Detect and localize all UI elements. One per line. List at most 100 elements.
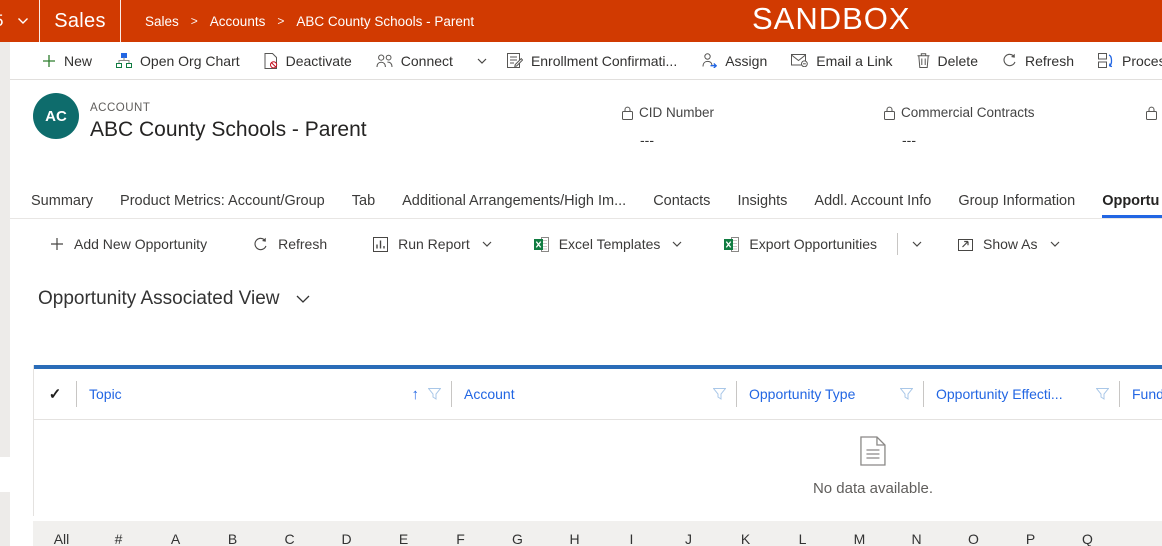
app-switcher-partial[interactable]: 5 (0, 0, 11, 42)
filter-icon[interactable] (1096, 388, 1109, 400)
field-value[interactable]: --- (640, 132, 872, 148)
jump-letter[interactable]: D (318, 531, 375, 546)
jump-all[interactable]: All (33, 531, 90, 546)
assign-button[interactable]: Assign (689, 42, 779, 80)
tab-product-metrics[interactable]: Product Metrics: Account/Group (120, 193, 325, 218)
add-new-opportunity-button[interactable]: Add New Opportunity (36, 236, 221, 252)
tab-summary[interactable]: Summary (31, 193, 93, 218)
show-as-button[interactable]: Show As (944, 236, 1073, 252)
jump-letter[interactable]: F (432, 531, 489, 546)
select-all-checkbox[interactable]: ✓ (34, 369, 76, 419)
view-selector[interactable]: Opportunity Associated View (10, 275, 1162, 323)
field-value[interactable]: --- (902, 132, 1134, 148)
deactivate-button[interactable]: Deactivate (252, 42, 364, 80)
view-selector-label: Opportunity Associated View (38, 288, 280, 309)
tab-opportunities[interactable]: Opportu (1102, 193, 1162, 218)
jump-letter[interactable]: H (546, 531, 603, 546)
breadcrumb-accounts[interactable]: Accounts (210, 14, 266, 29)
grid-header-row: ✓ Topic ↑ Account Opportunity Type Oppor… (34, 369, 1162, 420)
jump-letter[interactable]: Q (1059, 531, 1116, 546)
export-dropdown-chevron[interactable] (904, 241, 930, 247)
open-org-chart-button[interactable]: Open Org Chart (104, 42, 252, 80)
connect-dropdown-chevron[interactable] (469, 42, 495, 80)
process-button[interactable]: Process (1086, 42, 1162, 80)
header-field-cid-number: CID Number --- (622, 105, 872, 148)
chevron-down-icon (477, 58, 487, 64)
empty-state: No data available. (813, 436, 933, 497)
process-icon (1098, 53, 1114, 68)
org-chart-icon (116, 53, 133, 68)
app-name[interactable]: Sales (40, 10, 120, 33)
new-button[interactable]: New (30, 42, 104, 80)
jump-letter[interactable]: P (1002, 531, 1059, 546)
delete-button[interactable]: Delete (905, 42, 990, 80)
jump-letter[interactable]: O (945, 531, 1002, 546)
trash-icon (917, 53, 930, 68)
chevron-down-icon (296, 295, 310, 303)
jump-letter[interactable]: B (204, 531, 261, 546)
export-opportunities-button[interactable]: Export Opportunities (710, 236, 891, 252)
alphabet-jump-bar: All # A B C D E F G H I J K L M N O P Q (33, 521, 1162, 546)
empty-message: No data available. (812, 480, 934, 497)
connect-button[interactable]: Connect (364, 42, 465, 80)
tab-insights[interactable]: Insights (737, 193, 787, 218)
tab-addl-account-info[interactable]: Addl. Account Info (814, 193, 931, 218)
jump-letter[interactable]: L (774, 531, 831, 546)
email-a-link-button[interactable]: Email a Link (779, 42, 904, 80)
jump-letter[interactable]: K (717, 531, 774, 546)
column-header-opportunity-effective[interactable]: Opportunity Effecti... (923, 369, 1119, 419)
record-tabs: Summary Product Metrics: Account/Group T… (10, 185, 1162, 219)
column-header-opportunity-type[interactable]: Opportunity Type (736, 369, 923, 419)
column-header-account[interactable]: Account (451, 369, 736, 419)
excel-templates-button[interactable]: Excel Templates (520, 236, 697, 252)
email-link-icon (791, 54, 809, 67)
edit-document-icon (506, 53, 523, 68)
breadcrumb-sales[interactable]: Sales (145, 14, 179, 29)
tab-group-information[interactable]: Group Information (958, 193, 1075, 218)
sort-ascending-icon[interactable]: ↑ (412, 386, 420, 403)
column-header-topic[interactable]: Topic ↑ (76, 369, 451, 419)
enrollment-confirmation-button[interactable]: Enrollment Confirmati... (495, 42, 689, 80)
opportunity-grid: ✓ Topic ↑ Account Opportunity Type Oppor… (33, 365, 1162, 516)
run-report-button[interactable]: Run Report (359, 236, 506, 252)
tab-contacts[interactable]: Contacts (653, 193, 710, 218)
grid-body: No data available. (34, 420, 1162, 516)
jump-letter[interactable]: C (261, 531, 318, 546)
jump-hash[interactable]: # (90, 531, 147, 546)
filter-icon[interactable] (713, 388, 726, 400)
avatar: AC (33, 93, 79, 139)
lock-icon (1146, 106, 1157, 120)
tab-tab[interactable]: Tab (352, 193, 375, 218)
chevron-down-icon (1050, 241, 1060, 247)
jump-letter[interactable]: J (660, 531, 717, 546)
filter-icon[interactable] (900, 388, 913, 400)
header-field-commercial-contracts: Commercial Contracts --- (884, 105, 1134, 148)
subgrid-refresh-button[interactable]: Refresh (239, 236, 341, 252)
jump-letter[interactable]: A (147, 531, 204, 546)
excel-icon (533, 236, 549, 252)
sandbox-environment-banner: SANDBOX (752, 1, 911, 36)
assign-person-icon (701, 53, 718, 68)
tab-additional-arrangements[interactable]: Additional Arrangements/High Im... (402, 193, 626, 218)
refresh-icon (1002, 53, 1017, 68)
document-icon (860, 436, 886, 466)
jump-letter[interactable]: I (603, 531, 660, 546)
jump-letter[interactable]: M (831, 531, 888, 546)
excel-export-icon (724, 236, 740, 252)
jump-letter[interactable]: G (489, 531, 546, 546)
column-header-funding[interactable]: Fundin (1119, 369, 1162, 419)
show-as-icon (958, 237, 974, 251)
chevron-down-icon[interactable] (17, 17, 29, 25)
breadcrumb-record[interactable]: ABC County Schools - Parent (296, 14, 474, 29)
jump-letter[interactable]: E (375, 531, 432, 546)
collapsed-sidebar-rail[interactable] (0, 42, 10, 546)
refresh-button[interactable]: Refresh (990, 42, 1086, 80)
record-header: AC ACCOUNT ABC County Schools - Parent C… (10, 80, 1162, 185)
breadcrumb-separator: > (190, 14, 198, 28)
jump-letter[interactable]: N (888, 531, 945, 546)
filter-icon[interactable] (428, 388, 441, 400)
chevron-down-icon (912, 241, 922, 247)
plus-icon (42, 54, 56, 68)
refresh-icon (253, 237, 268, 252)
people-icon (376, 54, 393, 68)
